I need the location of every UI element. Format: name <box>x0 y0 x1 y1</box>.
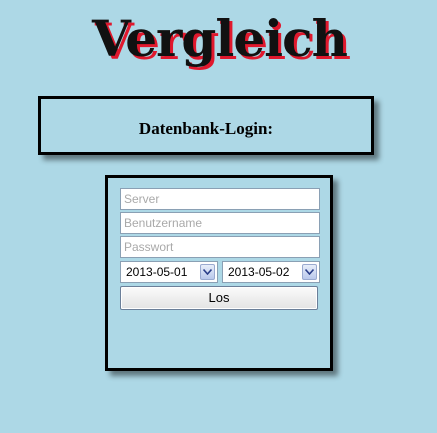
password-input[interactable] <box>120 236 320 258</box>
date-to-select[interactable]: 2013-05-02 <box>222 261 320 283</box>
date-to-value: 2013-05-02 <box>228 265 290 279</box>
chevron-down-icon[interactable] <box>302 264 317 280</box>
login-heading: Datenbank-Login: <box>138 119 274 138</box>
submit-button[interactable]: Los <box>120 286 318 310</box>
server-input[interactable] <box>120 188 320 210</box>
date-from-value: 2013-05-01 <box>126 265 188 279</box>
login-form: 2013-05-01 2013-05-02 Los <box>105 175 333 371</box>
page-title: Vergleich <box>92 9 348 68</box>
date-from-select[interactable]: 2013-05-01 <box>120 261 218 283</box>
login-heading-panel: Datenbank-Login: <box>38 96 374 155</box>
username-input[interactable] <box>120 212 320 234</box>
chevron-down-icon[interactable] <box>200 264 215 280</box>
